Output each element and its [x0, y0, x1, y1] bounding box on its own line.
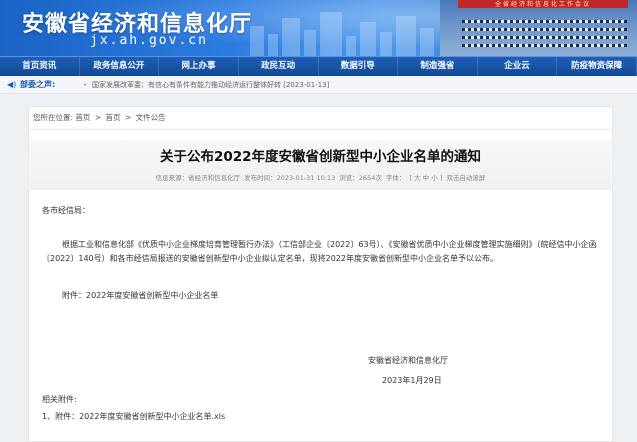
breadcrumb-file-notice[interactable]: 文件公告	[136, 113, 166, 122]
breadcrumb-prefix: 您所在位置:	[33, 113, 74, 122]
autoscroll-toggle[interactable]: 双击自动滚屏	[446, 174, 485, 182]
news-ticker: ◀) 部委之声: • 国家发展改革委：有信心有条件有能力推动经济运行整体好转 […	[0, 76, 637, 94]
nav-item-online-service[interactable]: 网上办事	[159, 57, 239, 76]
ticker-label: 部委之声:	[20, 80, 56, 89]
hall-banner-text: 全省经济和信息化工作会议	[494, 1, 591, 8]
speaker-icon: ◀)	[7, 80, 17, 89]
related-attachments-label: 相关附件:	[42, 395, 77, 404]
nav-item-data[interactable]: 数据引导	[319, 57, 399, 76]
nav-item-interaction[interactable]: 政民互动	[239, 57, 319, 76]
ticker-link[interactable]: 国家发展改革委：有信心有条件有能力推动经济运行整体好转 [2023-01-13]	[92, 76, 329, 94]
banner-building	[346, 36, 356, 56]
article-attachment-line: 附件：2022年度安徽省创新型中小企业名单	[62, 291, 219, 300]
meeting-hall-photo: 全省经济和信息化工作会议	[440, 0, 637, 56]
banner-building	[380, 32, 392, 56]
banner-building	[282, 18, 300, 56]
page-title: 关于公布2022年度安徽省创新型中小企业名单的通知	[159, 149, 482, 165]
main-nav: 首页资讯 政务信息公开 网上办事 政民互动 数据引导 制造强省 企业云 防疫物资…	[0, 56, 637, 76]
article-paragraph: 根据工业和信息化部《优质中小企业梯度培育管理暂行办法》（工信部企业〔2022〕6…	[42, 240, 597, 263]
breadcrumb-separator: >	[94, 113, 102, 122]
breadcrumb-divider	[28, 129, 613, 130]
bullet-icon: •	[83, 81, 88, 89]
meta-font-label: 字体：	[385, 174, 406, 182]
banner-building	[268, 34, 278, 56]
related-attachment-item: 1、附件：2022年度安徽省创新型中小企业名单.xls	[42, 410, 225, 424]
breadcrumb-home[interactable]: 首页	[75, 113, 90, 122]
nav-item-manufacturing[interactable]: 制造强省	[398, 57, 478, 76]
breadcrumb: 您所在位置: 首页 > 首页 > 文件公告	[33, 112, 166, 123]
article-greeting: 各市经信局：	[42, 206, 90, 215]
banner-building	[360, 22, 376, 56]
banner-building	[250, 26, 264, 56]
breadcrumb-separator: >	[124, 113, 132, 122]
nav-item-enterprise-cloud[interactable]: 企业云	[478, 57, 558, 76]
banner-building	[304, 30, 316, 56]
signature-org: 安徽省经济和信息化厅	[368, 356, 448, 365]
site-domain: jx.ah.gov.cn	[90, 33, 208, 48]
hall-red-banner: 全省经济和信息化工作会议	[458, 0, 628, 8]
nav-item-home[interactable]: 首页资讯	[0, 57, 80, 76]
meta-views: 浏览：2654次	[339, 174, 382, 182]
hall-seat-row	[462, 36, 627, 39]
article-meta: 信息来源：省经济和信息化厅 发布时间：2023-01-31 10:13 浏览：2…	[30, 172, 611, 182]
attachment-file-link[interactable]: 1、附件：2022年度安徽省创新型中小企业名单.xls	[42, 412, 225, 421]
banner-building	[320, 12, 342, 56]
signature-date: 2023年1月29日	[382, 376, 442, 385]
hall-seat-row	[462, 28, 627, 31]
breadcrumb-home-2[interactable]: 首页	[106, 113, 121, 122]
banner-building	[396, 16, 416, 56]
hall-seat-row	[462, 20, 627, 23]
site-banner: 安徽省经济和信息化厅 jx.ah.gov.cn 全省经济和信息化工作会议	[0, 0, 637, 56]
nav-item-gov-info[interactable]: 政务信息公开	[80, 57, 160, 76]
meta-source: 信息来源：省经济和信息化厅	[155, 174, 241, 182]
hall-seat-row	[462, 44, 627, 47]
font-size-switch[interactable]: [ 大 中 小 ]	[410, 174, 443, 182]
meta-time: 发布时间：2023-01-31 10:13	[244, 174, 336, 182]
banner-building	[420, 28, 434, 56]
nav-item-epidemic-supplies[interactable]: 防疫物资保障	[557, 57, 637, 76]
